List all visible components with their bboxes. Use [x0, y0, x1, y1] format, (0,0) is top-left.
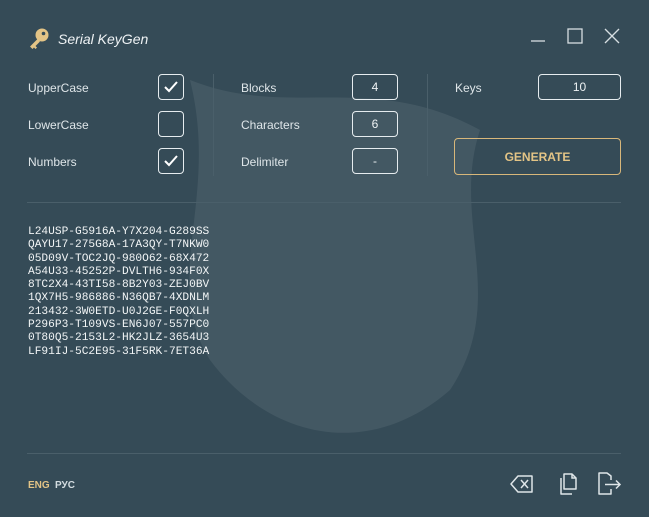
- delimiter-input[interactable]: [352, 148, 398, 174]
- keys-label: Keys: [455, 81, 482, 95]
- divider: [213, 74, 214, 176]
- divider: [427, 74, 428, 176]
- key-line: 05D09V-TOC2JQ-980O62-68X472: [28, 252, 210, 265]
- clear-icon: [510, 475, 533, 493]
- clear-button[interactable]: [509, 471, 535, 497]
- copy-icon: [560, 473, 577, 495]
- close-icon: [604, 28, 620, 44]
- generate-button[interactable]: GENERATE: [454, 138, 621, 175]
- uppercase-checkbox[interactable]: [158, 74, 184, 100]
- characters-label: Characters: [241, 118, 300, 132]
- blocks-input[interactable]: [352, 74, 398, 100]
- key-line: QAYU17-275G8A-17A3QY-T7NKW0: [28, 239, 210, 252]
- app-window: Serial KeyGen UpperCase LowerCase Number…: [0, 0, 649, 517]
- divider: [27, 202, 621, 203]
- maximize-button[interactable]: [565, 26, 585, 46]
- key-line: 0T80Q5-2153L2-HK2JLZ-3654U3: [28, 332, 210, 345]
- export-button[interactable]: [596, 471, 622, 497]
- numbers-checkbox[interactable]: [158, 148, 184, 174]
- language-english[interactable]: ENG: [28, 480, 50, 491]
- key-line: 8TC2X4-43TI58-8B2Y03-ZEJ0BV: [28, 279, 210, 292]
- uppercase-label: UpperCase: [28, 81, 89, 95]
- keys-input[interactable]: [538, 74, 621, 100]
- maximize-icon: [567, 28, 583, 44]
- lowercase-label: LowerCase: [28, 118, 89, 132]
- language-russian[interactable]: РУС: [55, 480, 75, 491]
- numbers-label: Numbers: [28, 155, 77, 169]
- blocks-label: Blocks: [241, 81, 277, 95]
- key-line: 213432-3W0ETD-U0J2GE-F0QXLH: [28, 305, 210, 318]
- minimize-icon: [531, 40, 545, 42]
- key-line: A54U33-45252P-DVLTH6-934F0X: [28, 265, 210, 278]
- export-icon: [598, 472, 622, 495]
- divider: [27, 453, 621, 454]
- title-bar: Serial KeyGen: [0, 0, 649, 70]
- key-line: P296P3-T109VS-EN6J07-557PC0: [28, 319, 210, 332]
- copy-button[interactable]: [555, 471, 581, 497]
- checkmark-icon: [164, 155, 178, 167]
- close-button[interactable]: [602, 26, 622, 46]
- lowercase-checkbox[interactable]: [158, 111, 184, 137]
- key-line: L24USP-G5916A-Y7X204-G289SS: [28, 226, 210, 238]
- key-line: 1QX7H5-986886-N36QB7-4XDNLM: [28, 292, 210, 305]
- key-line: LF91IJ-5C2E95-31F5RK-7ET36A: [28, 345, 210, 358]
- generated-keys-list[interactable]: L24USP-G5916A-Y7X204-G289SS QAYU17-275G8A…: [28, 226, 618, 446]
- checkmark-icon: [164, 81, 178, 93]
- characters-input[interactable]: [352, 111, 398, 137]
- delimiter-label: Delimiter: [241, 155, 289, 169]
- app-title: Serial KeyGen: [58, 31, 149, 47]
- key-icon: [30, 28, 49, 49]
- minimize-button[interactable]: [528, 26, 548, 46]
